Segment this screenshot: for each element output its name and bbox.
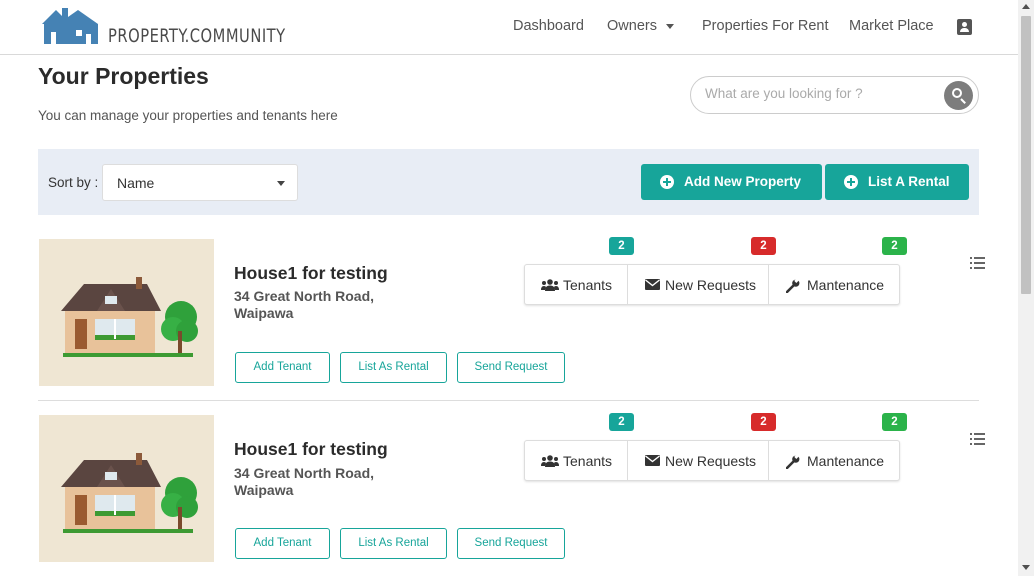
sort-select[interactable]: Name [102,164,298,201]
wrench-icon [786,455,800,469]
nav-dashboard[interactable]: Dashboard [513,18,584,34]
add-tenant-button[interactable]: Add Tenant [235,528,330,559]
property-card: House1 for testing 34 Great North Road, … [38,413,985,565]
scroll-down-arrow-icon[interactable] [1022,565,1030,570]
add-new-property-label: Add New Property [684,174,802,189]
stat-tenants[interactable]: Tenants 2 [525,237,634,304]
plus-circle-icon [844,175,858,189]
stat-tenants-label: Tenants [563,277,613,293]
new-requests-count-badge: 2 [751,237,776,255]
property-image[interactable] [39,415,214,562]
card-divider [38,400,979,401]
search-icon [952,88,962,98]
stat-new-requests-label: New Requests [665,277,757,293]
scroll-up-arrow-icon[interactable] [1022,4,1030,9]
new-requests-count-badge: 2 [751,413,776,431]
envelope-icon [645,455,660,466]
page-subtitle: You can manage your properties and tenan… [38,108,338,123]
property-title[interactable]: House1 for testing [234,263,388,284]
add-tenant-button[interactable]: Add Tenant [235,352,330,383]
list-a-rental-label: List A Rental [868,174,950,189]
top-navbar: PROPERTY.COMMUNITY Dashboard Owners Prop… [0,0,1018,55]
maintenance-count-badge: 2 [882,237,907,255]
sort-select-value: Name [117,175,155,191]
list-as-rental-button[interactable]: List As Rental [340,352,447,383]
property-stats: Tenants 2 New Requests 2 Mantenance 2 [524,413,907,481]
caret-down-icon [665,23,674,29]
tenants-count-badge: 2 [609,413,634,431]
stat-maintenance-label: Mantenance [807,453,885,469]
page-title: Your Properties [38,63,209,89]
user-badge-icon[interactable] [957,19,972,35]
property-image[interactable] [39,239,214,386]
stat-tenants-label: Tenants [563,453,613,469]
tenants-count-badge: 2 [609,237,634,255]
property-stats: Tenants 2 New Requests 2 Mantenance 2 [524,237,907,305]
stat-new-requests[interactable]: New Requests 2 [627,237,776,304]
search-input[interactable] [705,86,935,101]
nav-market-place[interactable]: Market Place [849,18,934,34]
house-illustration-icon [61,277,198,357]
nav-properties-for-rent[interactable]: Properties For Rent [702,18,829,34]
brand-name: PROPERTY.COMMUNITY [108,25,286,47]
envelope-icon [645,279,660,290]
stat-maintenance[interactable]: Mantenance 2 [768,413,907,480]
list-as-rental-button[interactable]: List As Rental [340,528,447,559]
maintenance-count-badge: 2 [882,413,907,431]
search-button[interactable] [944,81,973,110]
send-request-button[interactable]: Send Request [457,528,565,559]
caret-down-icon [277,181,285,186]
stat-new-requests-label: New Requests [665,453,757,469]
stat-tenants[interactable]: Tenants 2 [525,413,634,480]
property-title[interactable]: House1 for testing [234,439,388,460]
add-new-property-button[interactable]: Add New Property [641,164,822,200]
nav-owners-label: Owners [607,18,657,34]
wrench-icon [786,279,800,293]
scrollbar-thumb[interactable] [1021,16,1031,294]
property-address: 34 Great North Road, Waipawa [234,288,375,321]
users-icon [541,455,559,467]
stat-maintenance[interactable]: Mantenance 2 [768,237,907,304]
brand-logo[interactable] [42,4,102,46]
property-address: 34 Great North Road, Waipawa [234,465,375,498]
plus-circle-icon [660,175,674,189]
stat-maintenance-label: Mantenance [807,277,885,293]
list-menu-icon[interactable] [970,433,985,445]
house-illustration-icon [61,453,198,533]
list-menu-icon[interactable] [970,257,985,269]
list-a-rental-button[interactable]: List A Rental [825,164,969,200]
properties-toolbar: Sort by : Name Add New Property List A R… [38,149,979,215]
send-request-button[interactable]: Send Request [457,352,565,383]
property-card: House1 for testing 34 Great North Road, … [38,237,985,389]
house-logo-icon [42,8,98,44]
search-box [690,76,979,114]
sort-label: Sort by : [48,175,99,190]
stat-new-requests[interactable]: New Requests 2 [627,413,776,480]
users-icon [541,279,559,291]
nav-owners[interactable]: Owners [607,18,674,34]
